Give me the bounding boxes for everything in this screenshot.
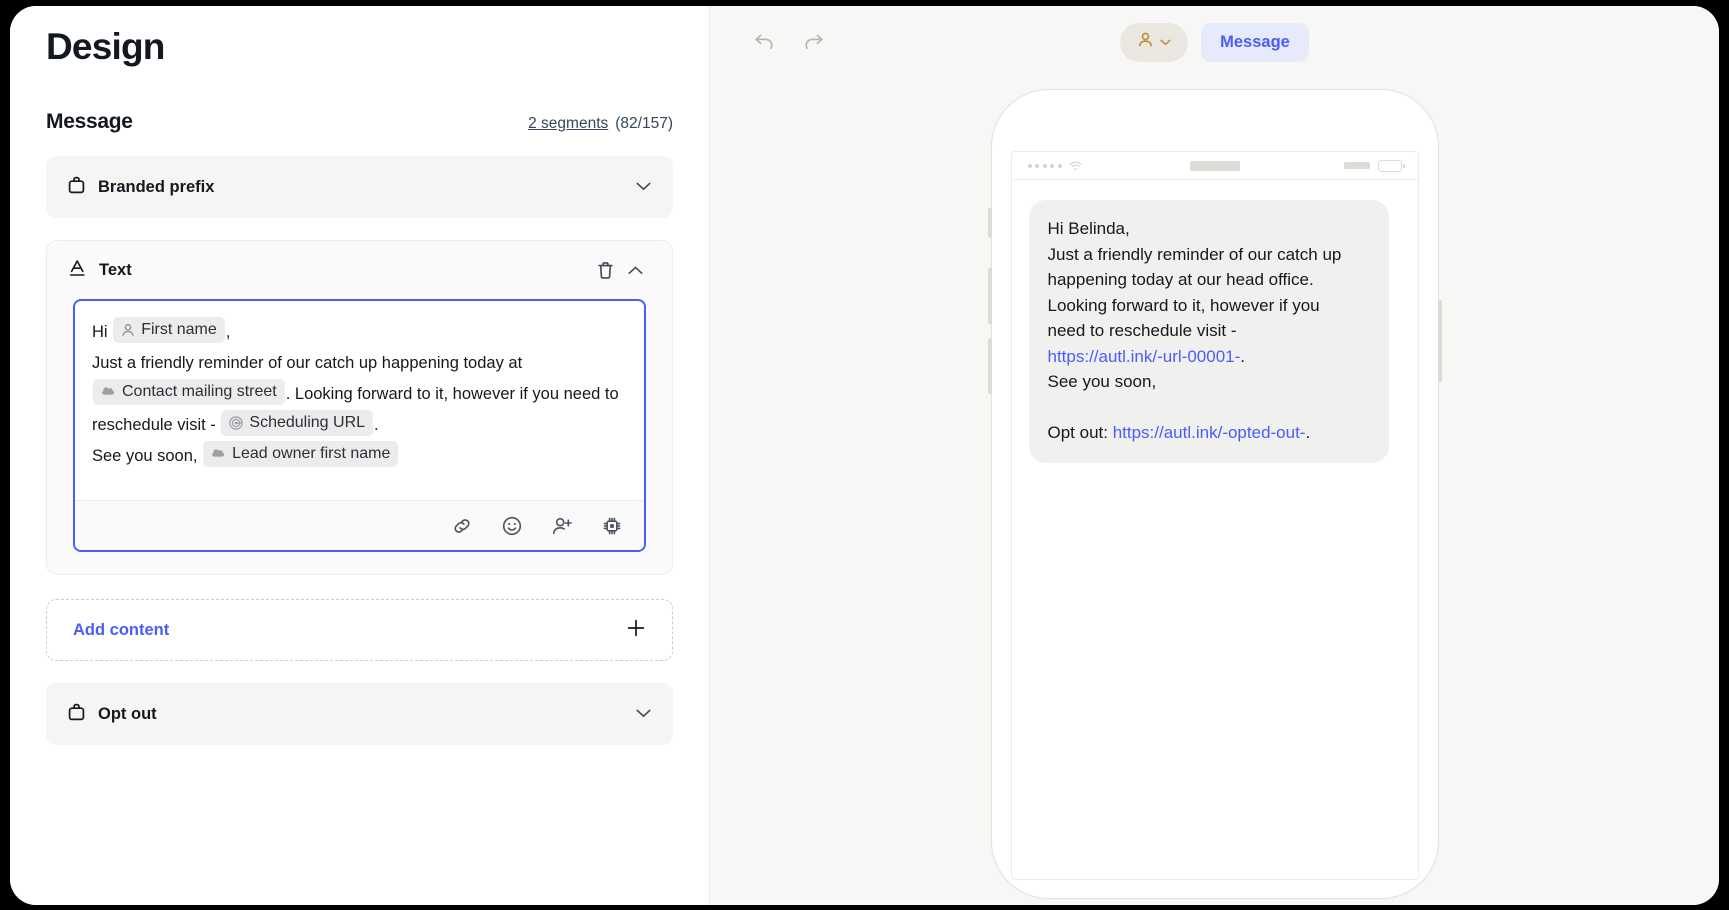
trash-icon[interactable] xyxy=(590,255,620,285)
briefcase-icon xyxy=(68,703,85,726)
chevron-up-icon[interactable] xyxy=(620,255,650,285)
block-text-header[interactable]: Text xyxy=(47,241,672,299)
phone-volume-down-button xyxy=(987,338,992,394)
editor-content[interactable]: Hi First name , Just a friendly reminder… xyxy=(75,301,644,500)
editor-text: , xyxy=(225,323,231,341)
tab-message[interactable]: Message xyxy=(1201,22,1309,62)
block-title: Branded prefix xyxy=(98,177,215,196)
editor-toolbar xyxy=(75,500,644,550)
phone-power-button xyxy=(1437,300,1442,382)
tab-message-label: Message xyxy=(1220,32,1290,51)
phone-mockup: Hi Belinda, Just a friendly reminder of … xyxy=(987,89,1442,899)
bubble-line: Looking forward to it, however if you xyxy=(1047,295,1320,315)
token-label: First name xyxy=(141,321,217,338)
token-contact-mailing-street[interactable]: Contact mailing street xyxy=(93,379,285,405)
bubble-line: Just a friendly reminder of our catch up xyxy=(1047,244,1342,264)
optout-link[interactable]: https://autl.ink/-opted-out- xyxy=(1113,423,1306,442)
phone-mute-button xyxy=(987,208,992,238)
editor-line-2: Just a friendly reminder of our catch up… xyxy=(92,348,627,441)
message-header: Message 2 segments (82/157) xyxy=(46,110,673,134)
design-panel: Design Message 2 segments (82/157) Brand… xyxy=(10,6,710,905)
emoji-icon[interactable] xyxy=(500,514,524,538)
token-label: Lead owner first name xyxy=(232,445,391,462)
signal-dots-icon xyxy=(1027,163,1062,168)
battery-icon xyxy=(1377,159,1405,172)
phone-status-right xyxy=(1343,159,1405,172)
token-label: Scheduling URL xyxy=(249,414,366,431)
scheduling-target-icon xyxy=(229,416,244,430)
add-content-label: Add content xyxy=(73,620,170,639)
person-icon xyxy=(1137,31,1154,53)
briefcase-icon xyxy=(68,176,85,199)
phone-volume-up-button xyxy=(987,268,992,324)
bubble-text: . xyxy=(1305,422,1311,442)
bubble-blank-line xyxy=(1048,395,1370,420)
bubble-text: . xyxy=(1240,346,1245,366)
add-content-button[interactable]: Add content xyxy=(46,599,673,661)
message-editor[interactable]: Hi First name , Just a friendly reminder… xyxy=(73,299,646,552)
history-controls xyxy=(750,28,828,56)
wifi-icon xyxy=(1068,161,1082,171)
block-opt-out[interactable]: Opt out xyxy=(46,683,673,745)
editor-line-4: See you soon, Lead owner first name xyxy=(92,441,627,472)
bubble-line: See you soon, xyxy=(1047,372,1157,391)
phone-time-placeholder xyxy=(1189,160,1240,171)
cloud-sprocket-icon xyxy=(101,385,116,399)
token-first-name[interactable]: First name xyxy=(113,317,225,343)
message-bubble: Hi Belinda, Just a friendly reminder of … xyxy=(1028,200,1389,463)
persona-selector[interactable] xyxy=(1120,22,1189,62)
phone-carrier-placeholder xyxy=(1343,162,1370,169)
preview-toolbar: Message xyxy=(710,6,1719,78)
block-branded-prefix[interactable]: Branded prefix xyxy=(46,156,673,218)
phone-status-bar xyxy=(1011,152,1418,180)
message-section-label: Message xyxy=(46,110,133,133)
bubble-optout-line: Opt out: https://autl.ink/-opted-out-. xyxy=(1048,420,1370,446)
block-title: Opt out xyxy=(98,704,157,723)
chevron-down-icon[interactable] xyxy=(636,705,651,723)
conversation-area: Hi Belinda, Just a friendly reminder of … xyxy=(1012,180,1418,483)
preview-panel: Message Hi Belinda, Just a friendly remi… xyxy=(710,6,1719,905)
person-icon xyxy=(121,323,135,337)
editor-text: . xyxy=(374,416,379,434)
editor-line-1: Hi First name , xyxy=(92,317,627,348)
bubble-line-link: https://autl.ink/-url-00001-. xyxy=(1048,344,1370,370)
redo-icon[interactable] xyxy=(800,28,828,56)
block-text-body: Hi First name , Just a friendly reminder… xyxy=(47,299,672,574)
ai-chip-icon[interactable] xyxy=(600,514,624,538)
page-title: Design xyxy=(46,26,165,67)
token-lead-owner-first-name[interactable]: Lead owner first name xyxy=(203,441,399,467)
bubble-line: need to reschedule visit - xyxy=(1047,321,1237,340)
preview-mode-controls: Message xyxy=(710,22,1719,62)
plus-icon xyxy=(626,618,646,643)
link-icon[interactable] xyxy=(450,514,474,538)
chevron-down-icon xyxy=(1160,33,1171,51)
token-scheduling-url[interactable]: Scheduling URL xyxy=(221,410,374,436)
character-count: (82/157) xyxy=(615,115,673,132)
phone-preview-area: Hi Belinda, Just a friendly reminder of … xyxy=(710,78,1719,905)
text-format-icon xyxy=(69,259,86,282)
block-text: Text Hi First name , Just a friendly rem… xyxy=(46,240,673,575)
editor-text: Hi xyxy=(92,323,108,341)
token-label: Contact mailing street xyxy=(122,383,277,400)
block-title: Text xyxy=(99,260,132,279)
editor-text: Just a friendly reminder of our catch up… xyxy=(92,354,523,372)
app-window: Design Message 2 segments (82/157) Brand… xyxy=(10,6,1719,905)
add-person-icon[interactable] xyxy=(550,514,574,538)
segments-info: 2 segments (82/157) xyxy=(528,115,673,133)
optout-label: Opt out: xyxy=(1047,422,1113,442)
tracked-link[interactable]: https://autl.ink/-url-00001- xyxy=(1048,347,1241,366)
chevron-down-icon[interactable] xyxy=(636,178,651,196)
phone-screen: Hi Belinda, Just a friendly reminder of … xyxy=(1010,151,1419,880)
segments-link[interactable]: 2 segments xyxy=(528,115,608,133)
cloud-sprocket-icon xyxy=(211,447,226,461)
bubble-line: happening today at our head office. xyxy=(1047,270,1314,289)
bubble-line: Hi Belinda, xyxy=(1047,219,1130,238)
editor-text: See you soon, xyxy=(92,447,198,465)
undo-icon[interactable] xyxy=(750,28,778,56)
